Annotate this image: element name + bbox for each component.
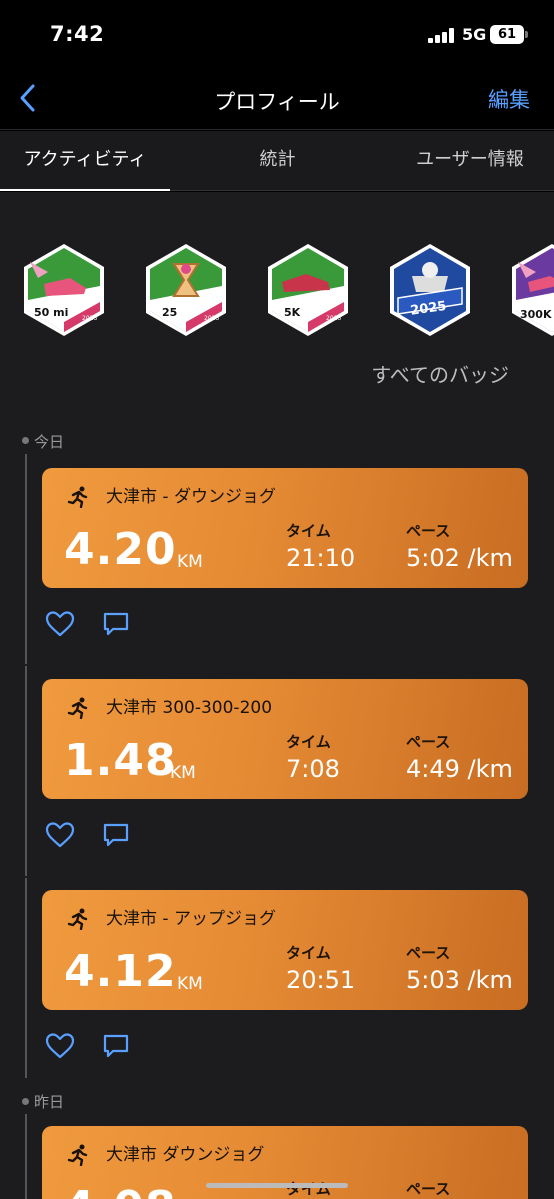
badge-25[interactable]: 25 2025 [144, 242, 228, 338]
running-icon [67, 486, 88, 508]
badge-300k[interactable]: 300K [510, 242, 554, 338]
timeline-dot [22, 1098, 29, 1105]
svg-text:2025: 2025 [204, 315, 219, 322]
battery-tip [525, 31, 528, 38]
hourglass-badge-icon: 25 2025 [146, 244, 226, 336]
pace-label: ペース [406, 944, 451, 962]
activity-time: 7:08 [286, 755, 340, 783]
activity-distance: 4.08 [64, 1182, 177, 1199]
badge-5k[interactable]: 5K 2025 [266, 242, 350, 338]
pace-label: ペース [406, 1180, 451, 1198]
back-button[interactable] [12, 78, 48, 118]
comment-icon [103, 823, 129, 847]
svg-text:300K: 300K [520, 308, 552, 321]
timeline-line [25, 878, 27, 1078]
activity-actions [42, 819, 162, 851]
activity-actions [42, 608, 162, 640]
time-label: タイム [286, 522, 331, 540]
running-icon [67, 908, 88, 930]
page-title: プロフィール [214, 90, 340, 114]
comment-icon [103, 1034, 129, 1058]
activity-title: 大津市 300-300-200 [106, 698, 273, 718]
edit-button[interactable]: 編集 [488, 84, 530, 114]
distance-unit: KM [177, 974, 203, 994]
battery-icon: 61 [490, 25, 524, 44]
tab-stats[interactable]: 統計 [200, 131, 355, 191]
activity-time: 20:51 [286, 966, 356, 994]
tab-bar: アクティビティ 統計 ユーザー情報 [0, 131, 554, 191]
activity-title: 大津市 - ダウンジョグ [106, 487, 276, 507]
activity-title: 大津市 - アップジョグ [106, 909, 276, 929]
activity-feed[interactable]: 50 mi 2025 25 2025 5K 2025 2025 300K すべて… [0, 192, 554, 1199]
activity-card[interactable]: 大津市 300-300-200 1.48 KM タイム 7:08 ペース 4:4… [42, 679, 528, 799]
shoe-badge-icon: 5K 2025 [268, 244, 348, 336]
comment-button[interactable] [100, 1030, 132, 1062]
activity-time: 21:10 [286, 544, 356, 572]
activity-actions [42, 1030, 162, 1062]
timeline-line [25, 454, 27, 664]
activity-distance: 4.20 [64, 524, 177, 575]
active-tab-indicator [0, 189, 170, 191]
tab-user-info[interactable]: ユーザー情報 [390, 131, 550, 191]
tab-activity[interactable]: アクティビティ [0, 131, 170, 191]
comment-button[interactable] [100, 608, 132, 640]
pace-label: ペース [406, 522, 451, 540]
nav-bar: プロフィール 編集 [0, 68, 554, 130]
signal-icon [428, 27, 456, 43]
heart-icon [45, 1033, 75, 1059]
activity-distance: 4.12 [64, 946, 177, 997]
badge-carousel[interactable]: 50 mi 2025 25 2025 5K 2025 2025 300K [0, 242, 554, 352]
trophy-badge-icon: 2025 [390, 244, 470, 336]
time-label: タイム [286, 1180, 331, 1198]
timeline-line [25, 1114, 27, 1199]
svg-text:2025: 2025 [82, 315, 97, 322]
comment-icon [103, 612, 129, 636]
distance-unit: KM [170, 763, 196, 783]
running-icon [67, 1144, 88, 1166]
activity-pace: 4:49 /km [406, 755, 513, 783]
activity-pace: 5:02 /km [406, 544, 513, 572]
day-label-today: 今日 [34, 433, 65, 451]
network-type: 5G [462, 25, 487, 44]
like-button[interactable] [44, 819, 76, 851]
distance-unit: KM [177, 552, 203, 572]
like-button[interactable] [44, 608, 76, 640]
running-icon [67, 697, 88, 719]
home-indicator[interactable] [206, 1183, 348, 1188]
activity-pace: 5:03 /km [406, 966, 513, 994]
activity-title: 大津市 ダウンジョグ [106, 1145, 265, 1165]
svg-text:5K: 5K [284, 306, 301, 319]
svg-text:2025: 2025 [326, 315, 341, 322]
like-button[interactable] [44, 1030, 76, 1062]
badge-2025[interactable]: 2025 [388, 242, 472, 338]
heart-icon [45, 611, 75, 637]
shoe-badge-icon: 50 mi 2025 [24, 244, 104, 336]
day-label-yesterday: 昨日 [34, 1093, 65, 1111]
time-label: タイム [286, 944, 331, 962]
activity-card[interactable]: 大津市 ダウンジョグ 4.08 タイム ペース [42, 1126, 528, 1199]
time-label: タイム [286, 733, 331, 751]
chevron-left-icon [20, 84, 35, 112]
badge-50mi[interactable]: 50 mi 2025 [22, 242, 106, 338]
svg-text:25: 25 [162, 306, 177, 319]
timeline-dot [22, 437, 29, 444]
timeline-line [25, 666, 27, 876]
all-badges-link[interactable]: すべてのバッジ [371, 359, 509, 388]
activity-card[interactable]: 大津市 - ダウンジョグ 4.20 KM タイム 21:10 ペース 5:02 … [42, 468, 528, 588]
activity-distance: 1.48 [64, 735, 177, 786]
activity-card[interactable]: 大津市 - アップジョグ 4.12 KM タイム 20:51 ペース 5:03 … [42, 890, 528, 1010]
svg-text:50 mi: 50 mi [34, 306, 68, 319]
pace-label: ペース [406, 733, 451, 751]
heart-icon [45, 822, 75, 848]
shoe-badge-icon: 300K [512, 244, 554, 336]
comment-button[interactable] [100, 819, 132, 851]
status-bar: 7:42 5G 61 [0, 0, 554, 68]
status-time: 7:42 [50, 22, 105, 46]
